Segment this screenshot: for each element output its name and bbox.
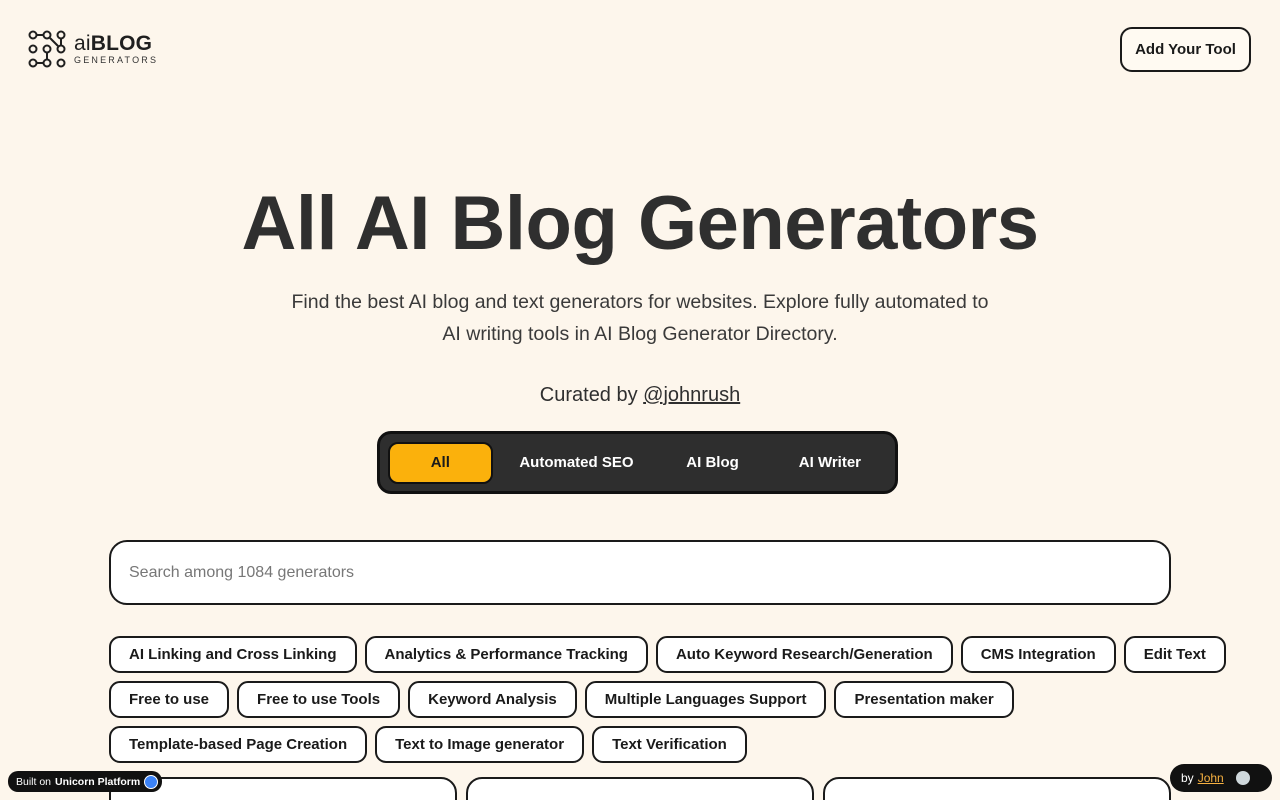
tag-keyword-analysis[interactable]: Keyword Analysis bbox=[408, 681, 577, 718]
curator-link[interactable]: @johnrush bbox=[643, 384, 740, 406]
search-box bbox=[109, 540, 1171, 605]
built-on-badge[interactable]: Built on Unicorn Platform bbox=[8, 771, 163, 792]
logo-wordmark: aiBLOG bbox=[74, 33, 158, 54]
tag-free-to-use[interactable]: Free to use bbox=[109, 681, 230, 718]
tag-ai-linking[interactable]: AI Linking and Cross Linking bbox=[109, 636, 357, 673]
rocket-icon bbox=[144, 774, 159, 789]
tag-auto-keyword[interactable]: Auto Keyword Research/Generation bbox=[655, 636, 953, 673]
network-nodes-icon bbox=[28, 30, 66, 68]
logo[interactable]: aiBLOG GENERATORS bbox=[28, 30, 158, 68]
logo-text: aiBLOG GENERATORS bbox=[74, 33, 158, 65]
platform-name: Unicorn Platform bbox=[55, 775, 141, 788]
logo-subtitle: GENERATORS bbox=[74, 55, 159, 65]
by-label: by bbox=[1181, 771, 1194, 785]
tab-all[interactable]: All bbox=[388, 441, 493, 484]
tab-automated-seo[interactable]: Automated SEO bbox=[493, 442, 661, 484]
built-on-label: Built on bbox=[16, 775, 52, 788]
tag-filters: AI Linking and Cross Linking Analytics &… bbox=[109, 636, 1226, 771]
header: aiBLOG GENERATORS Add Your Tool bbox=[0, 0, 1280, 100]
logo-blog: BLOG bbox=[90, 32, 153, 55]
tab-ai-blog[interactable]: AI Blog bbox=[660, 442, 765, 484]
add-your-tool-button[interactable]: Add Your Tool bbox=[1120, 27, 1251, 72]
tool-cards bbox=[109, 777, 1171, 800]
curated-prefix: Curated by bbox=[539, 384, 644, 406]
tag-presentation-maker[interactable]: Presentation maker bbox=[834, 681, 1014, 718]
tag-template-based[interactable]: Template-based Page Creation bbox=[109, 726, 368, 763]
tag-row: AI Linking and Cross Linking Analytics &… bbox=[109, 636, 1226, 673]
search-input[interactable] bbox=[111, 542, 1169, 603]
hero-subtitle-line2: AI writing tools in AI Blog Generator Di… bbox=[442, 323, 838, 345]
author-badge: by John bbox=[1170, 764, 1272, 792]
tag-edit-text[interactable]: Edit Text bbox=[1123, 636, 1226, 673]
curated-by: Curated by @johnrush bbox=[0, 384, 1280, 407]
tag-row: Free to use Free to use Tools Keyword An… bbox=[109, 681, 1179, 718]
tag-free-to-use-tools[interactable]: Free to use Tools bbox=[237, 681, 401, 718]
tool-card[interactable] bbox=[823, 777, 1171, 800]
hero-subtitle-line1: Find the best AI blog and text generator… bbox=[291, 291, 989, 313]
logo-ai: ai bbox=[74, 32, 91, 55]
page-title: All AI Blog Generators bbox=[241, 181, 1039, 266]
tag-cms-integration[interactable]: CMS Integration bbox=[960, 636, 1116, 673]
avatar-icon bbox=[1235, 771, 1250, 785]
tab-ai-writer[interactable]: AI Writer bbox=[765, 442, 895, 484]
tag-row: Template-based Page Creation Text to Ima… bbox=[109, 726, 1179, 763]
tag-text-verification[interactable]: Text Verification bbox=[592, 726, 747, 763]
author-link[interactable]: John bbox=[1198, 771, 1224, 785]
tag-analytics[interactable]: Analytics & Performance Tracking bbox=[364, 636, 648, 673]
tag-text-to-image[interactable]: Text to Image generator bbox=[375, 726, 585, 763]
hero-subtitle: Find the best AI blog and text generator… bbox=[280, 286, 1000, 350]
tag-multiple-languages[interactable]: Multiple Languages Support bbox=[584, 681, 827, 718]
category-tabs: All Automated SEO AI Blog AI Writer bbox=[377, 431, 898, 494]
tool-card[interactable] bbox=[466, 777, 814, 800]
